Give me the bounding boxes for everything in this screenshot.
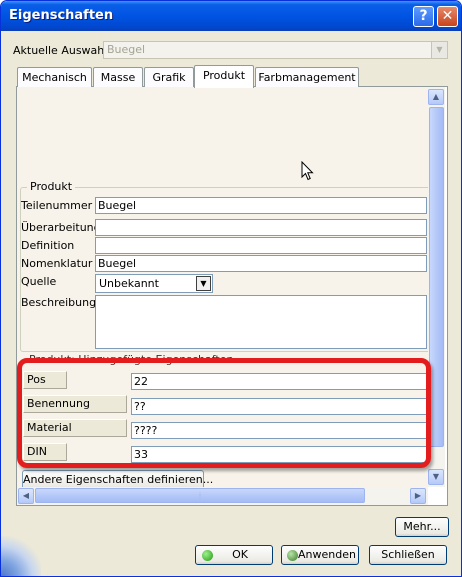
window-title: Eigenschaften xyxy=(9,8,114,23)
ok-button[interactable]: OK xyxy=(195,545,273,565)
scroll-down-icon[interactable]: ▼ xyxy=(428,469,444,485)
close-button[interactable]: Schließen xyxy=(369,545,447,565)
scroll-up-icon[interactable]: ▲ xyxy=(428,89,444,105)
benennung-field[interactable]: ?? xyxy=(131,398,427,415)
ok-label: OK xyxy=(232,548,248,561)
material-field[interactable]: ???? xyxy=(131,422,427,439)
quelle-label: Quelle xyxy=(21,275,57,288)
chevron-down-icon[interactable]: ▼ xyxy=(431,42,447,58)
pos-label: Pos xyxy=(23,371,67,389)
corner-decoration xyxy=(1,536,41,576)
pos-field[interactable]: 22 xyxy=(131,373,427,390)
nomenklatur-label: Nomenklatur xyxy=(21,257,93,270)
horizontal-scroll-thumb[interactable]: ⦙ xyxy=(35,488,365,503)
beschreibung-label: Beschreibung xyxy=(21,296,97,309)
close-window-button[interactable]: ✕ xyxy=(437,6,458,27)
selection-dropdown[interactable]: Buegel ▼ xyxy=(103,41,448,59)
definition-label: Definition xyxy=(21,239,75,252)
ok-icon xyxy=(202,550,213,561)
more-button[interactable]: Mehr... xyxy=(395,517,449,537)
title-bar[interactable]: Eigenschaften ? ✕ xyxy=(1,1,461,31)
definition-field[interactable] xyxy=(95,237,427,254)
selection-label: Aktuelle Auswahl: xyxy=(13,44,112,57)
properties-dialog: Eigenschaften ? ✕ Aktuelle Auswahl: Bueg… xyxy=(0,0,462,577)
selection-value: Buegel xyxy=(107,43,146,56)
horizontal-scrollbar[interactable]: ◀ ⦙ ▶ xyxy=(17,487,428,505)
apply-icon xyxy=(287,550,298,561)
ueberarbeitung-label: Überarbeitung xyxy=(21,221,101,234)
help-button[interactable]: ? xyxy=(413,6,434,27)
teilenummer-label: Teilenummer xyxy=(21,199,93,212)
vertical-scrollbar[interactable]: ▲ ▼ xyxy=(428,87,445,487)
product-group-legend: Produkt xyxy=(27,180,76,193)
custom-properties-legend: Produkt: Hinzugefügte Eigenschaften xyxy=(29,353,234,366)
tab-masse[interactable]: Masse xyxy=(93,67,143,87)
chevron-down-icon[interactable]: ▼ xyxy=(196,276,211,291)
tab-produkt[interactable]: Produkt xyxy=(194,65,254,88)
benennung-label: Benennung xyxy=(23,395,127,413)
tab-farbmanagement[interactable]: Farbmanagement xyxy=(255,67,359,87)
scroll-right-icon[interactable]: ▶ xyxy=(410,488,426,504)
vertical-scroll-thumb[interactable] xyxy=(429,107,444,447)
beschreibung-textarea[interactable] xyxy=(95,295,427,349)
ueberarbeitung-field[interactable] xyxy=(95,219,427,236)
tab-grafik[interactable]: Grafik xyxy=(144,67,194,87)
nomenklatur-field[interactable]: Buegel xyxy=(95,255,427,272)
material-label: Material xyxy=(23,419,127,437)
tab-mechanisch[interactable]: Mechanisch xyxy=(17,67,92,87)
teilenummer-field[interactable]: Buegel xyxy=(95,197,427,214)
apply-button[interactable]: Anwenden xyxy=(281,545,359,565)
mouse-pointer-icon xyxy=(301,161,314,181)
quelle-select[interactable]: Unbekannt ▼ xyxy=(95,274,213,293)
quelle-value: Unbekannt xyxy=(99,277,159,290)
scroll-left-icon[interactable]: ◀ xyxy=(18,488,34,504)
din-label: DIN xyxy=(23,443,67,461)
din-field[interactable]: 33 xyxy=(131,446,427,463)
